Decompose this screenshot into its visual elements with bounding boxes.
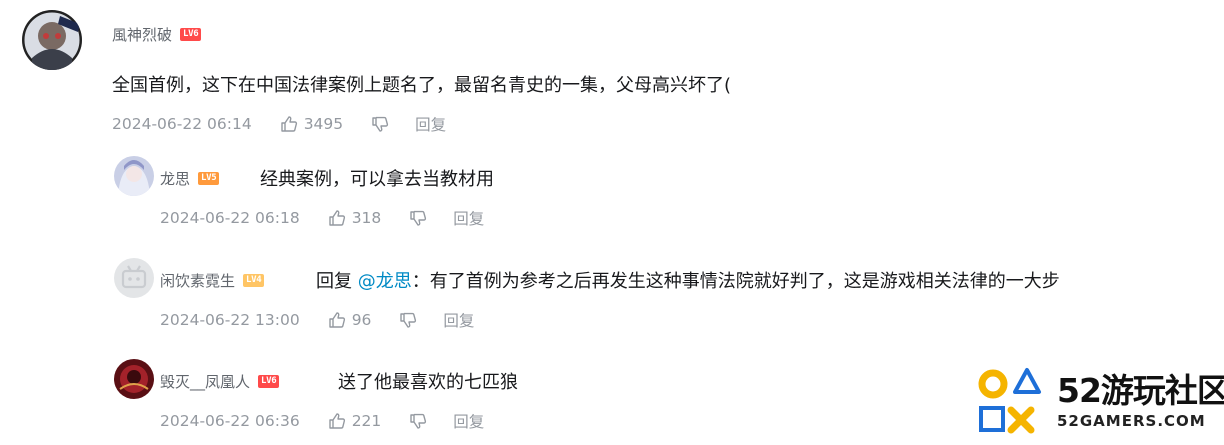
reply-meta: 2024-06-22 06:18 318 回复 xyxy=(160,207,484,229)
dislike-button[interactable] xyxy=(371,115,389,133)
username-row: 闲饮素霓生 LV4 xyxy=(160,270,265,291)
username-row: 毁灭__凤凰人 LV6 xyxy=(160,371,280,392)
like-count: 96 xyxy=(351,311,372,329)
like-count: 221 xyxy=(351,412,382,430)
mention-link[interactable]: @龙思 xyxy=(358,271,412,292)
like-count: 318 xyxy=(351,209,382,227)
thumbs-down-icon xyxy=(400,312,417,328)
timestamp: 2024-06-22 06:14 xyxy=(112,115,252,133)
thumbs-up-icon xyxy=(328,312,345,328)
level-badge: LV6 xyxy=(258,375,280,388)
level-badge: LV5 xyxy=(198,172,220,185)
site-watermark: 52游玩社区 52GAMERS.COM xyxy=(975,362,1224,440)
username-row: 風神烈破 LV6 xyxy=(112,24,202,45)
reply-text: 回复 @龙思：有了首例为参考之后再发生这种事情法院就好判了，这是游戏相关法律的一… xyxy=(316,267,1060,293)
watermark-logo-icon xyxy=(978,368,1041,434)
avatar[interactable] xyxy=(114,258,154,298)
thumbs-down-icon xyxy=(372,116,389,132)
like-button[interactable]: 221 xyxy=(328,412,382,430)
thumbs-down-icon xyxy=(410,413,427,429)
thumbs-up-icon xyxy=(328,210,345,226)
comment-text: 全国首例，这下在中国法律案例上题名了，最留名青史的一集，父母高兴坏了( xyxy=(112,75,732,96)
thumbs-up-icon xyxy=(280,116,297,132)
watermark-title: 52游玩社区 xyxy=(1057,371,1224,410)
username[interactable]: 闲饮素霓生 xyxy=(160,270,235,291)
username[interactable]: 毁灭__凤凰人 xyxy=(160,371,250,392)
avatar[interactable] xyxy=(114,156,154,196)
avatar[interactable] xyxy=(22,10,82,70)
like-count: 3495 xyxy=(303,115,344,133)
avatar[interactable] xyxy=(114,359,154,399)
thumbs-down-icon xyxy=(410,210,427,226)
like-button[interactable]: 318 xyxy=(328,209,382,227)
like-button[interactable]: 96 xyxy=(328,311,372,329)
dislike-button[interactable] xyxy=(399,311,417,329)
username[interactable]: 風神烈破 xyxy=(112,24,172,45)
reply-meta: 2024-06-22 13:00 96 回复 xyxy=(160,309,474,331)
reply-body: ：有了首例为参考之后再发生这种事情法院就好判了，这是游戏相关法律的一大步 xyxy=(411,271,1060,292)
dislike-button[interactable] xyxy=(409,412,427,430)
comment-meta: 2024-06-22 06:14 3495 回复 xyxy=(112,113,446,135)
timestamp: 2024-06-22 13:00 xyxy=(160,311,300,329)
level-badge: LV4 xyxy=(243,274,265,287)
reply-text: 经典案例，可以拿去当教材用 xyxy=(260,169,494,190)
reply-button[interactable]: 回复 xyxy=(415,113,446,135)
username-row: 龙思 LV5 xyxy=(160,168,220,189)
dislike-button[interactable] xyxy=(409,209,427,227)
reply-button[interactable]: 回复 xyxy=(453,207,484,229)
reply-meta: 2024-06-22 06:36 221 回复 xyxy=(160,410,484,432)
reply-button[interactable]: 回复 xyxy=(443,309,474,331)
username[interactable]: 龙思 xyxy=(160,168,190,189)
reply-prefix: 回复 xyxy=(316,271,358,292)
reply-text: 送了他最喜欢的七匹狼 xyxy=(338,372,518,393)
timestamp: 2024-06-22 06:18 xyxy=(160,209,300,227)
like-button[interactable]: 3495 xyxy=(280,115,343,133)
thumbs-up-icon xyxy=(328,413,345,429)
timestamp: 2024-06-22 06:36 xyxy=(160,412,300,430)
level-badge: LV6 xyxy=(180,28,202,41)
reply-button[interactable]: 回复 xyxy=(453,410,484,432)
watermark-url: 52GAMERS.COM xyxy=(1057,412,1206,430)
